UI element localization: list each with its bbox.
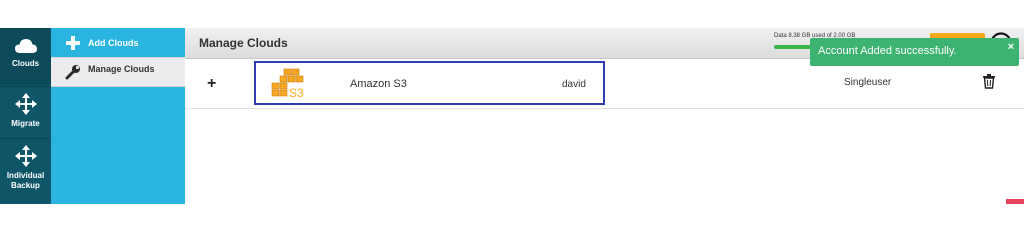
trash-icon[interactable] bbox=[982, 73, 996, 89]
cloud-icon bbox=[14, 39, 37, 53]
s3-logo-text: S3 bbox=[289, 86, 304, 100]
primary-sidebar: Clouds Migrate Individual Backup bbox=[0, 28, 51, 204]
nav-label-migrate: Migrate bbox=[11, 119, 40, 128]
sidebar-item-add-clouds[interactable]: Add Clouds bbox=[51, 28, 185, 57]
success-toast: Account Added successfully. × bbox=[810, 38, 1019, 66]
cloud-row[interactable]: S3 Amazon S3 david bbox=[254, 61, 605, 105]
nav-item-individual-backup[interactable]: Individual Backup bbox=[0, 138, 51, 204]
clouds-list: + S3 Amazon S3 david Singleuser bbox=[185, 59, 1024, 109]
close-icon[interactable]: × bbox=[1008, 41, 1014, 53]
corner-accent bbox=[1006, 199, 1024, 204]
expand-row-button[interactable]: + bbox=[207, 75, 216, 93]
cloud-name: Amazon S3 bbox=[350, 78, 407, 90]
wrench-icon bbox=[65, 64, 81, 80]
toast-message: Account Added successfully. bbox=[818, 45, 957, 57]
nav-label-clouds: Clouds bbox=[11, 59, 40, 68]
nav-label-individual-backup: Individual Backup bbox=[6, 171, 45, 190]
cloud-account-type: Singleuser bbox=[844, 77, 892, 88]
amazon-s3-logo-icon: S3 bbox=[271, 68, 304, 100]
sidebar-item-manage-clouds[interactable]: Manage Clouds bbox=[51, 57, 185, 87]
move-arrows-icon bbox=[14, 93, 37, 115]
app-window: Clouds Migrate Individual Backup Add Clo… bbox=[0, 0, 1024, 231]
nav-item-clouds[interactable]: Clouds bbox=[0, 28, 51, 85]
page-title: Manage Clouds bbox=[199, 36, 288, 50]
sidebar-item-label: Manage Clouds bbox=[88, 64, 155, 74]
secondary-sidebar: Add Clouds Manage Clouds bbox=[51, 28, 185, 204]
sidebar-item-label: Add Clouds bbox=[88, 37, 139, 48]
move-arrows-icon bbox=[14, 145, 37, 167]
cloud-user: david bbox=[562, 79, 586, 90]
plus-icon bbox=[65, 35, 81, 51]
nav-item-migrate[interactable]: Migrate bbox=[0, 86, 51, 136]
